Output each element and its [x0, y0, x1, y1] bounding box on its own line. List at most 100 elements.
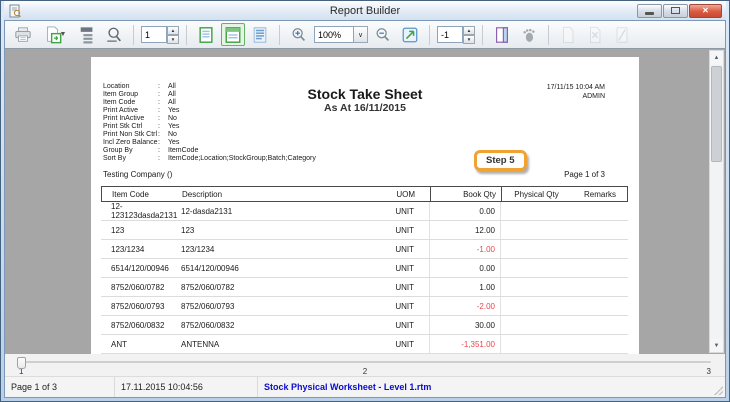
- minimize-icon: [645, 12, 654, 15]
- parameter-separator: :: [158, 147, 168, 155]
- toolbar-separator: [279, 25, 280, 45]
- page-width-view-button[interactable]: [221, 23, 245, 46]
- description-cell: 8752/060/0793: [178, 302, 368, 311]
- zoom-dropdown-button[interactable]: ∨: [354, 26, 368, 43]
- table-row: ANT ANTENNA UNIT -1,351.00: [101, 335, 628, 354]
- zoom-in-icon: [290, 26, 308, 44]
- scroll-up-button[interactable]: ▲: [710, 51, 723, 64]
- uom-cell: UNIT: [368, 202, 430, 220]
- column-header-physical-qty: Physical Qty: [502, 190, 571, 199]
- fit-page-icon: [401, 26, 419, 44]
- parameter-separator: :: [158, 155, 168, 163]
- scrollbar-thumb[interactable]: [711, 66, 722, 162]
- maximize-button[interactable]: [663, 4, 688, 18]
- client-area: ▼ ▲: [4, 20, 726, 398]
- parameter-value: ItemCode: [168, 147, 198, 155]
- resize-grip[interactable]: [714, 386, 723, 395]
- slider-track[interactable]: [17, 357, 713, 367]
- parameter-label: Print InActive: [103, 115, 158, 123]
- toolbar-separator: [133, 25, 134, 45]
- table-row: 6514/120/00946 6514/120/00946 UNIT 0.00: [101, 259, 628, 278]
- search-icon: [105, 26, 123, 44]
- zoom-in-button[interactable]: [287, 23, 311, 46]
- item-code-cell: 8752/060/0832: [101, 321, 178, 330]
- parameter-label: Group By: [103, 147, 158, 155]
- page-number-input[interactable]: [141, 26, 167, 43]
- description-cell: 8752/060/0832: [178, 321, 368, 330]
- parameter-row: Sort By : ItemCode;Location;StockGroup;B…: [103, 155, 316, 163]
- description-cell: 8752/060/0782: [178, 283, 368, 292]
- book-qty-cell: 0.00: [430, 259, 501, 277]
- parameter-value: No: [168, 115, 177, 123]
- copies-down-button[interactable]: ▼: [463, 35, 475, 44]
- report-page: Location : All Item Group : All Item Cod…: [91, 57, 639, 354]
- hundred-percent-view-button[interactable]: [248, 23, 272, 46]
- copies-input[interactable]: [437, 26, 463, 43]
- uom-cell: UNIT: [368, 297, 430, 315]
- parameter-label: Sort By: [103, 155, 158, 163]
- table-row: 123/1234 123/1234 UNIT -1.00: [101, 240, 628, 259]
- status-page: Page 1 of 3: [5, 377, 115, 397]
- zoom-out-icon: [374, 26, 392, 44]
- parameter-separator: :: [158, 115, 168, 123]
- slider-track-line: [19, 361, 711, 363]
- minimize-button[interactable]: [637, 4, 662, 18]
- parameter-label: Print Non Stk Ctrl: [103, 131, 158, 139]
- whole-page-view-button[interactable]: [194, 23, 218, 46]
- parameter-row: Print Non Stk Ctrl : No: [103, 131, 316, 139]
- status-timestamp: 17.11.2015 10:04:56: [115, 377, 258, 397]
- outline-button[interactable]: [75, 23, 99, 46]
- book-qty-cell: -2.00: [430, 297, 501, 315]
- whole-page-icon: [197, 26, 215, 44]
- slider-thumb[interactable]: [17, 357, 26, 369]
- page-number-down-button[interactable]: ▼: [167, 35, 179, 44]
- scroll-down-button[interactable]: ▼: [710, 339, 723, 352]
- parameter-row: Incl Zero Balance : Yes: [103, 139, 316, 147]
- margins-button[interactable]: [490, 23, 514, 46]
- stock-take-table: Item Code Description UOM Book Qty Physi…: [101, 186, 628, 354]
- footprint-button[interactable]: [517, 23, 541, 46]
- table-row: 8752/060/0793 8752/060/0793 UNIT -2.00: [101, 297, 628, 316]
- item-code-cell: 12-123123dasda2131: [101, 202, 178, 220]
- step-callout: Step 5: [474, 150, 527, 171]
- copies-spinner: ▲ ▼: [437, 26, 475, 44]
- fit-page-button[interactable]: [398, 23, 422, 46]
- item-code-cell: ANT: [101, 340, 178, 349]
- book-qty-cell: 1.00: [430, 278, 501, 296]
- page-number-up-button[interactable]: ▲: [167, 26, 179, 35]
- search-button[interactable]: [102, 23, 126, 46]
- footprint-icon: [520, 26, 538, 44]
- zoom-level-combo: ∨: [314, 26, 368, 43]
- zoom-out-button[interactable]: [371, 23, 395, 46]
- delete-page-button: [583, 23, 607, 46]
- table-row: 12-123123dasda2131 12-dasda2131 UNIT 0.0…: [101, 202, 628, 221]
- parameter-value: No: [168, 131, 177, 139]
- toolbar-separator: [429, 25, 430, 45]
- uom-cell: UNIT: [368, 240, 430, 258]
- table-row: 123 123 UNIT 12.00: [101, 221, 628, 240]
- uom-cell: UNIT: [368, 335, 430, 353]
- column-header-item-code: Item Code: [102, 190, 179, 199]
- titlebar: Report Builder ✕: [4, 1, 726, 20]
- outline-icon: [78, 26, 96, 44]
- vertical-scrollbar[interactable]: ▲ ▼: [709, 50, 724, 353]
- print-button[interactable]: [11, 23, 35, 46]
- toolbar-separator: [186, 25, 187, 45]
- maximize-icon: [671, 7, 680, 14]
- chevron-down-icon: ▼: [714, 343, 720, 349]
- column-header-description: Description: [179, 190, 369, 199]
- export-button[interactable]: ▼: [38, 23, 72, 46]
- parameter-label: Incl Zero Balance: [103, 139, 158, 147]
- item-code-cell: 8752/060/0782: [101, 283, 178, 292]
- close-button[interactable]: ✕: [689, 4, 722, 18]
- book-qty-cell: -1,351.00: [430, 335, 501, 353]
- hundred-percent-icon: [251, 26, 269, 44]
- company-line: Testing Company () Page 1 of 3: [103, 170, 605, 179]
- zoom-level-input[interactable]: [314, 26, 354, 43]
- copies-up-button[interactable]: ▲: [463, 26, 475, 35]
- printed-by: ADMIN: [547, 93, 605, 102]
- parameter-value: ItemCode;Location;StockGroup;Batch;Categ…: [168, 155, 316, 163]
- item-code-cell: 6514/120/00946: [101, 264, 178, 273]
- parameter-row: Group By : ItemCode: [103, 147, 316, 155]
- toolbar-separator: [548, 25, 549, 45]
